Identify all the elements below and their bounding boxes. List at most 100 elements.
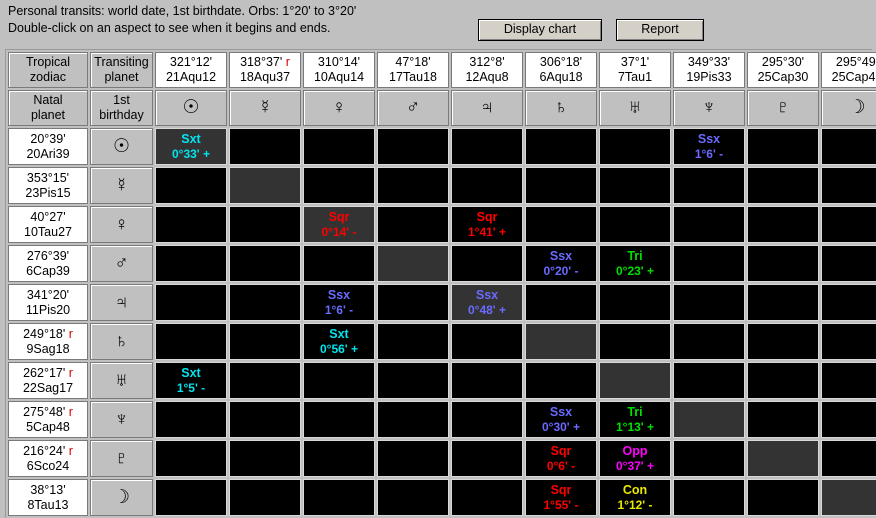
aspect-cell-jupiter-jupiter[interactable]: Ssx 0°48' + xyxy=(451,284,523,321)
natal-neptune-symbol-icon: ♆ xyxy=(90,401,153,438)
report-button[interactable]: Report xyxy=(616,19,704,41)
aspect-cell-moon-uranus[interactable]: Con 1°12' - xyxy=(599,479,671,516)
aspect-cell-pluto-pluto xyxy=(747,440,819,477)
aspect-cell-sun-neptune[interactable]: Ssx 1°6' - xyxy=(673,128,745,165)
aspect-cell-neptune-uranus[interactable]: Tri 1°13' + xyxy=(599,401,671,438)
natal-degree-mercury: 353°15' 23Pis15 xyxy=(8,167,88,204)
aspect-cell-pluto-jupiter xyxy=(451,440,523,477)
natal-degree-mars: 276°39' 6Cap39 xyxy=(8,245,88,282)
aspect-cell-mars-jupiter xyxy=(451,245,523,282)
natal-moon-symbol-icon: ☽ xyxy=(90,479,153,516)
aspect-cell-saturn-venus[interactable]: Sxt 0°56' + xyxy=(303,323,375,360)
aspect-cell-mercury-saturn xyxy=(525,167,597,204)
aspect-cell-jupiter-uranus xyxy=(599,284,671,321)
aspect-cell-moon-venus xyxy=(303,479,375,516)
natal-degree-neptune: 275°48' r 5Cap48 xyxy=(8,401,88,438)
aspect-cell-pluto-saturn[interactable]: Sqr 0°6' - xyxy=(525,440,597,477)
aspect-cell-jupiter-venus[interactable]: Ssx 1°6' - xyxy=(303,284,375,321)
natal-mercury-symbol-icon: ☿ xyxy=(90,167,153,204)
aspect-cell-sun-moon xyxy=(821,128,876,165)
natal-degree-pluto: 216°24' r 6Sco24 xyxy=(8,440,88,477)
aspect-cell-neptune-saturn[interactable]: Ssx 0°30' + xyxy=(525,401,597,438)
column-degree-mars: 47°18' 17Tau18 xyxy=(377,52,449,88)
aspect-cell-mercury-jupiter xyxy=(451,167,523,204)
aspect-cell-venus-sun xyxy=(155,206,227,243)
aspect-name: Sqr xyxy=(550,443,572,458)
aspect-cell-mercury-mercury xyxy=(229,167,301,204)
aspect-cell-mercury-neptune xyxy=(673,167,745,204)
header-natal-planet: Natal planet xyxy=(8,90,88,126)
aspect-name: Ssx xyxy=(475,287,499,302)
aspect-cell-moon-mars xyxy=(377,479,449,516)
aspect-cell-venus-jupiter[interactable]: Sqr 1°41' + xyxy=(451,206,523,243)
transit-grid: Tropical zodiac Transiting planet 321°12' 21A… xyxy=(6,50,876,518)
aspect-name: Tri xyxy=(627,248,643,263)
natal-degree-uranus: 262°17' r 22Sag17 xyxy=(8,362,88,399)
aspect-cell-pluto-sun xyxy=(155,440,227,477)
table-row: 276°39' 6Cap39 ♂ Ssx 0°20' - Tri 0°23' + xyxy=(8,245,876,282)
column-degree-jupiter: 312°8' 12Aqu8 xyxy=(451,52,523,88)
aspect-cell-saturn-pluto xyxy=(747,323,819,360)
aspect-orb: 0°33' + xyxy=(171,146,210,161)
moon-symbol-icon: ☽ xyxy=(821,90,876,126)
aspect-cell-jupiter-saturn xyxy=(525,284,597,321)
aspect-cell-venus-neptune xyxy=(673,206,745,243)
aspect-cell-uranus-uranus xyxy=(599,362,671,399)
natal-mars-symbol-icon: ♂ xyxy=(90,245,153,282)
aspect-orb: 0°14' - xyxy=(321,224,357,239)
natal-uranus-symbol-icon: ♅ xyxy=(90,362,153,399)
aspect-cell-saturn-saturn xyxy=(525,323,597,360)
mars-symbol-icon: ♂ xyxy=(377,90,449,126)
column-degree-pluto: 295°30' 25Cap30 xyxy=(747,52,819,88)
mercury-symbol-icon: ☿ xyxy=(229,90,301,126)
aspect-cell-mercury-uranus xyxy=(599,167,671,204)
aspect-cell-moon-moon xyxy=(821,479,876,516)
aspect-cell-uranus-jupiter xyxy=(451,362,523,399)
aspect-cell-mars-pluto xyxy=(747,245,819,282)
aspect-cell-mars-saturn[interactable]: Ssx 0°20' - xyxy=(525,245,597,282)
aspect-cell-saturn-sun xyxy=(155,323,227,360)
aspect-name: Ssx xyxy=(697,131,721,146)
aspect-cell-sun-mercury xyxy=(229,128,301,165)
aspect-orb: 1°55' - xyxy=(543,497,579,512)
aspect-cell-moon-saturn[interactable]: Sqr 1°55' - xyxy=(525,479,597,516)
aspect-cell-uranus-sun[interactable]: Sxt 1°5' - xyxy=(155,362,227,399)
aspect-name: Sxt xyxy=(181,131,201,146)
aspect-name: Sxt xyxy=(181,365,201,380)
aspect-cell-mars-uranus[interactable]: Tri 0°23' + xyxy=(599,245,671,282)
table-row: 20°39' 20Ari39 ☉ Sxt 0°33' + Ssx 1°6' - xyxy=(8,128,876,165)
aspect-orb: 1°13' + xyxy=(615,419,654,434)
aspect-cell-sun-sun[interactable]: Sxt 0°33' + xyxy=(155,128,227,165)
display-chart-button[interactable]: Display chart xyxy=(478,19,602,41)
aspect-name: Sxt xyxy=(329,326,349,341)
aspect-cell-pluto-uranus[interactable]: Opp 0°37' + xyxy=(599,440,671,477)
transits-info-line: Personal transits: world date, 1st birth… xyxy=(8,4,357,18)
aspect-name: Ssx xyxy=(327,287,351,302)
sun-symbol-icon: ☉ xyxy=(155,90,227,126)
neptune-symbol-icon: ♆ xyxy=(673,90,745,126)
aspect-name: Sqr xyxy=(476,209,498,224)
natal-saturn-symbol-icon: ♄ xyxy=(90,323,153,360)
aspect-cell-venus-mars xyxy=(377,206,449,243)
table-row: 275°48' r 5Cap48 ♆ Ssx 0°30' + Tri 1°13' + xyxy=(8,401,876,438)
aspect-cell-saturn-neptune xyxy=(673,323,745,360)
transit-grid-container: Tropical zodiac Transiting planet 321°12' 21A… xyxy=(5,49,876,518)
aspect-orb: 0°23' + xyxy=(615,263,654,278)
table-row: 262°17' r 22Sag17 ♅ Sxt 1°5' - xyxy=(8,362,876,399)
aspect-name: Opp xyxy=(622,443,648,458)
aspect-cell-neptune-mars xyxy=(377,401,449,438)
aspect-cell-pluto-moon xyxy=(821,440,876,477)
aspect-cell-moon-mercury xyxy=(229,479,301,516)
aspect-cell-saturn-mars xyxy=(377,323,449,360)
natal-degree-jupiter: 341°20' 11Pis20 xyxy=(8,284,88,321)
header-row-transiting: Tropical zodiac Transiting planet 321°12' 21A… xyxy=(8,52,876,88)
aspect-cell-mercury-moon xyxy=(821,167,876,204)
column-degree-uranus: 37°1' 7Tau1 xyxy=(599,52,671,88)
aspect-cell-venus-saturn xyxy=(525,206,597,243)
jupiter-symbol-icon: ♃ xyxy=(451,90,523,126)
aspect-cell-sun-venus xyxy=(303,128,375,165)
aspect-orb: 1°5' - xyxy=(176,380,206,395)
aspect-cell-sun-saturn xyxy=(525,128,597,165)
aspect-cell-mars-mercury xyxy=(229,245,301,282)
aspect-cell-venus-venus[interactable]: Sqr 0°14' - xyxy=(303,206,375,243)
